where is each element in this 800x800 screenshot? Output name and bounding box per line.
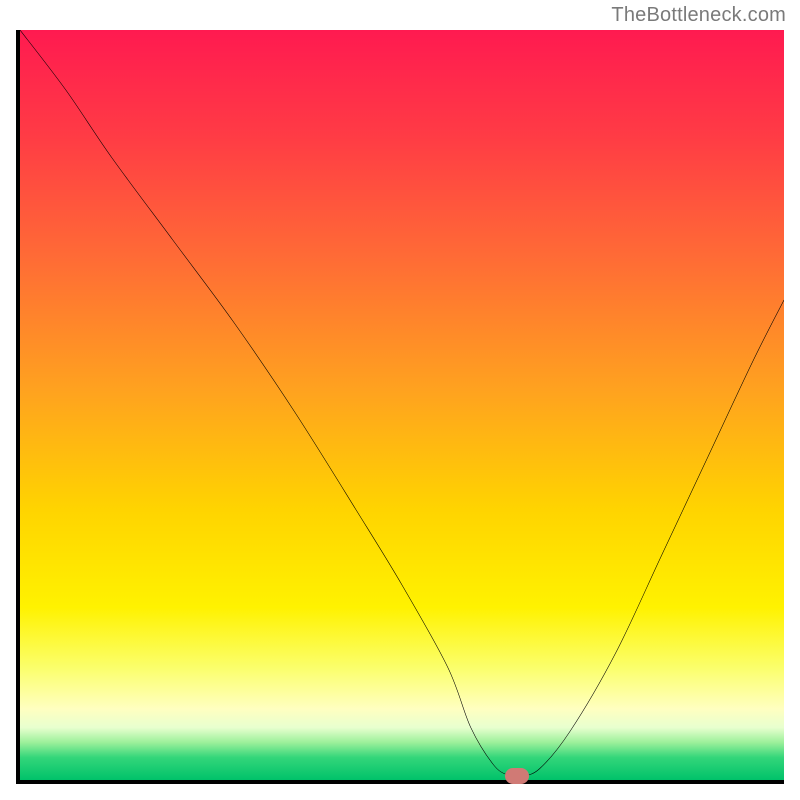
plot-area (16, 30, 784, 784)
bottleneck-curve (20, 30, 784, 780)
curve-marker (505, 768, 529, 784)
curve-path (20, 30, 784, 777)
chart-frame: TheBottleneck.com (0, 0, 800, 800)
watermark-label: TheBottleneck.com (611, 4, 786, 27)
